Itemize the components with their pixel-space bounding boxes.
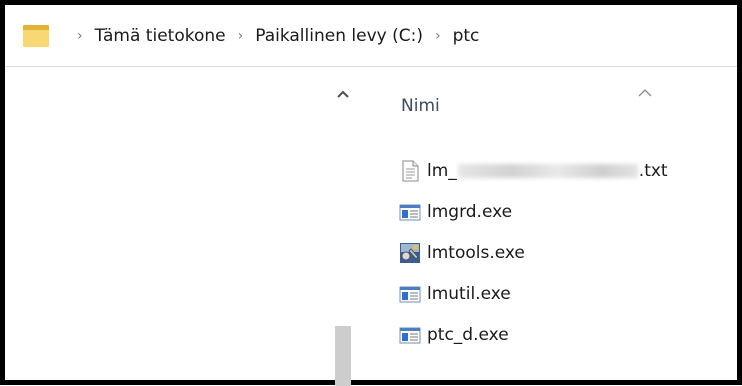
file-name: lmgrd.exe [427, 201, 513, 222]
file-list-pane: Nimi lm_ .txt lmgrd.exe lmtools.exe lmut… [357, 68, 737, 380]
column-header-name[interactable]: Nimi [401, 96, 440, 116]
file-item-license-txt[interactable]: lm_ .txt [399, 150, 668, 191]
chevron-right-icon[interactable]: › [77, 28, 83, 44]
breadcrumb-this-pc[interactable]: Tämä tietokone [95, 26, 226, 46]
folder-icon [23, 24, 49, 47]
chevron-up-icon[interactable] [329, 84, 357, 104]
application-window-icon [399, 286, 421, 302]
application-window-icon [399, 327, 421, 343]
lmtools-app-icon [400, 242, 420, 263]
explorer-window: › Tämä tietokone › Paikallinen levy (C:)… [0, 0, 742, 386]
file-name: lmutil.exe [427, 283, 511, 304]
file-item-lmgrd[interactable]: lmgrd.exe [399, 191, 668, 232]
file-list: lm_ .txt lmgrd.exe lmtools.exe lmutil.ex… [399, 150, 668, 355]
redacted-text [457, 163, 638, 178]
scrollbar-thumb[interactable] [335, 326, 351, 386]
file-name: ptc_d.exe [427, 324, 509, 345]
file-name-suffix: .txt [638, 160, 668, 181]
nav-pane-scrollbar[interactable] [329, 68, 357, 386]
text-document-icon [402, 160, 419, 181]
file-item-lmutil[interactable]: lmutil.exe [399, 273, 668, 314]
chevron-right-icon[interactable]: › [435, 28, 441, 44]
breadcrumb-local-disk[interactable]: Paikallinen levy (C:) [255, 26, 423, 46]
file-name: lmtools.exe [427, 242, 525, 263]
file-name-prefix: lm_ [427, 160, 457, 181]
file-item-lmtools[interactable]: lmtools.exe [399, 232, 668, 273]
application-window-icon [399, 204, 421, 220]
address-bar[interactable]: › Tämä tietokone › Paikallinen levy (C:)… [5, 5, 737, 67]
chevron-right-icon[interactable]: › [238, 28, 244, 44]
breadcrumb-ptc[interactable]: ptc [453, 26, 480, 46]
file-item-ptc-d[interactable]: ptc_d.exe [399, 314, 668, 355]
chevron-up-icon [638, 82, 652, 101]
navigation-pane[interactable] [5, 68, 357, 386]
